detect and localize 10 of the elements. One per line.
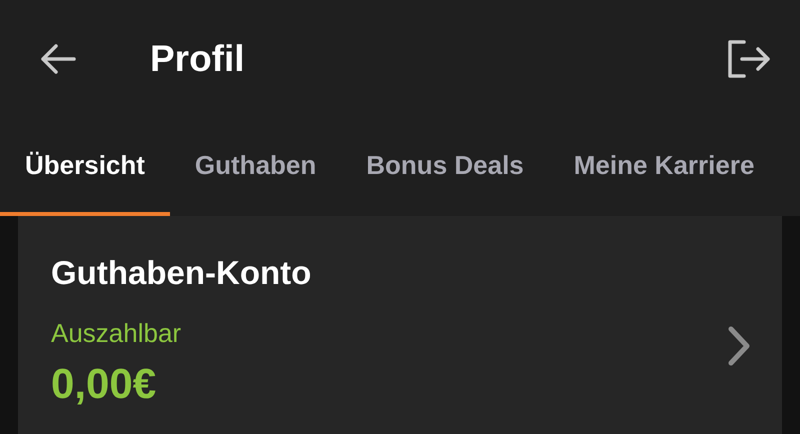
page-title: Profil [150, 37, 245, 82]
chevron-right-icon[interactable] [726, 326, 752, 366]
logout-icon[interactable] [726, 39, 770, 79]
balance-amount: 0,00€ [51, 358, 158, 409]
balance-label: Auszahlbar [51, 317, 182, 350]
tab[interactable]: Bonus Deals [341, 118, 549, 216]
card-title: Guthaben-Konto [51, 252, 312, 293]
tab[interactable]: Meine Karriere [548, 118, 780, 216]
tab[interactable]: Guthaben [170, 118, 342, 216]
back-arrow-icon[interactable] [40, 43, 76, 75]
